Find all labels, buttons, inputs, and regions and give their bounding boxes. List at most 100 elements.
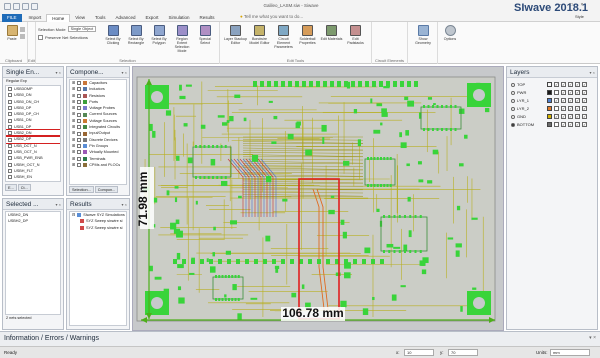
layout-canvas[interactable]: 106.78 mm 71.98 mm [132,66,504,331]
active-layer-radio[interactable] [511,82,515,87]
tell-me-search[interactable]: ● Tell me what you want to do... [240,14,303,19]
customize-icon[interactable] [31,3,38,10]
edit-materials-button[interactable]: Edit Materials [320,25,343,41]
net-checkbox[interactable] [8,112,12,117]
layer-visibility-checkbox[interactable]: ✓ [582,106,587,111]
redo-icon[interactable] [22,3,29,10]
layer-visibility-checkbox[interactable]: ✓ [561,122,566,127]
circuit-element-parameters-button[interactable]: Circuit Element Parameters [272,25,295,49]
tab-tools[interactable]: Tools [90,14,111,22]
net-checkbox[interactable] [8,124,12,129]
tab-home[interactable]: Home [46,14,71,22]
active-layer-radio[interactable] [511,90,515,95]
layer-color-swatch[interactable] [547,122,552,127]
layer-visibility-checkbox[interactable] [554,106,559,111]
save-icon[interactable] [4,3,11,10]
layer-row[interactable]: LYR_2 ✓ ✓ ✓ ✓ [511,105,587,112]
net-checkbox[interactable] [8,175,12,180]
layer-visibility-checkbox[interactable]: ✓ [575,114,580,119]
layer-visibility-checkbox[interactable]: ✓ [575,90,580,95]
panel-tab[interactable]: Compon... [94,186,119,193]
net-checkbox[interactable] [8,93,12,98]
component-checkbox[interactable] [77,156,82,161]
layer-visibility-checkbox[interactable]: ✓ [582,98,587,103]
layer-row[interactable]: LYR_1 ✓ ✓ ✓ ✓ ✓ [511,97,587,104]
component-checkbox[interactable] [77,137,82,142]
undo-icon[interactable] [13,3,20,10]
units-select[interactable]: mm [550,349,590,356]
options-button[interactable]: Options [441,25,459,41]
layer-row[interactable]: PWR ✓ ✓ ✓ ✓ [511,89,587,96]
tab-view[interactable]: View [70,14,90,22]
layer-visibility-checkbox[interactable]: ✓ [582,82,587,87]
layer-visibility-checkbox[interactable]: ✓ [554,114,559,119]
component-checkbox[interactable] [77,163,82,167]
select-by-clicking-button[interactable]: Select By Clicking [102,25,124,45]
component-checkbox[interactable] [77,100,82,105]
layer-visibility-checkbox[interactable]: ✓ [575,106,580,111]
net-checkbox[interactable] [8,156,12,161]
component-checkbox[interactable] [77,112,82,117]
special-select-button[interactable]: Special Select [194,25,216,45]
net-checkbox[interactable] [8,87,12,92]
tab-file[interactable]: FILE [2,14,22,22]
layer-stackup-editor-button[interactable]: Layer Stackup Editor [224,25,247,45]
net-checkbox[interactable] [8,99,12,104]
layer-visibility-checkbox[interactable]: ✓ [575,122,580,127]
maximize-icon[interactable]: □ [567,2,575,8]
layer-visibility-checkbox[interactable]: ✓ [561,90,566,95]
net-checkbox[interactable] [8,118,12,123]
layer-visibility-checkbox[interactable]: ✓ [561,82,566,87]
layer-visibility-checkbox[interactable]: ✓ [554,98,559,103]
net-checkbox[interactable] [8,143,12,148]
component-checkbox[interactable] [77,150,82,155]
component-category[interactable]: ⊞ CPMs and PLOCs [70,162,126,168]
layer-visibility-checkbox[interactable]: ✓ [568,98,573,103]
layer-color-swatch[interactable] [547,114,552,119]
layer-visibility-checkbox[interactable]: ✓ [582,122,587,127]
component-checkbox[interactable] [77,87,82,92]
select-by-polygon-button[interactable]: Select By Polygon [148,25,170,45]
simulation-result[interactable]: SYZ Sweep sixwire si [70,225,126,231]
panel-pin-icon[interactable]: ▾ × [56,199,61,209]
net-checkbox[interactable] [8,131,12,136]
layer-row[interactable]: BOTTOM ✓ ✓ ✓ ✓ [511,121,587,128]
layer-visibility-checkbox[interactable]: ✓ [568,122,573,127]
edit-padstacks-button[interactable]: Edit Padstacks [344,25,367,45]
layer-color-swatch[interactable] [547,98,552,103]
paste-button[interactable]: Paste [3,25,21,41]
bondwire-model-editor-button[interactable]: Bondwire Model Editor [248,25,271,45]
regex-filter[interactable]: Regular Exp [3,78,63,85]
component-checkbox[interactable] [77,125,82,130]
panel-pin-icon[interactable]: ▾ × [590,67,595,77]
tab-results[interactable]: Results [195,14,220,22]
net-checkbox[interactable] [8,162,12,167]
tab-simulation[interactable]: Simulation [164,14,195,22]
panel-tab[interactable]: Ct... [17,184,31,191]
layer-visibility-checkbox[interactable]: ✓ [554,82,559,87]
tab-advanced[interactable]: Advanced [111,14,141,22]
layer-visibility-checkbox[interactable]: ✓ [568,106,573,111]
net-checkbox[interactable] [8,106,12,111]
net-list-item[interactable]: USBH_EN [6,174,60,180]
layer-color-swatch[interactable] [547,82,552,87]
layer-row[interactable]: TOP ✓ ✓ ✓ ✓ ✓ [511,81,587,88]
panel-pin-icon[interactable]: ▾ × [589,335,596,341]
layer-color-swatch[interactable] [547,90,552,95]
layer-visibility-checkbox[interactable] [554,122,559,127]
selected-net[interactable]: USBH2_DP [6,218,60,224]
layer-visibility-checkbox[interactable]: ✓ [568,114,573,119]
style-menu[interactable]: Style [575,14,584,19]
layer-visibility-checkbox[interactable]: ✓ [561,114,566,119]
preserve-net-checkbox[interactable] [38,35,43,40]
tab-import[interactable]: Import [24,14,47,22]
layer-visibility-checkbox[interactable]: ✓ [575,98,580,103]
component-checkbox[interactable] [77,106,82,111]
solderball-properties-button[interactable]: Solderball Properties [296,25,319,45]
net-checkbox[interactable] [8,150,12,155]
panel-pin-icon[interactable]: ▾ × [56,67,61,77]
layer-color-swatch[interactable] [547,106,552,111]
net-checkbox[interactable] [8,137,12,142]
layer-visibility-checkbox[interactable]: ✓ [561,106,566,111]
layer-visibility-checkbox[interactable]: ✓ [575,82,580,87]
